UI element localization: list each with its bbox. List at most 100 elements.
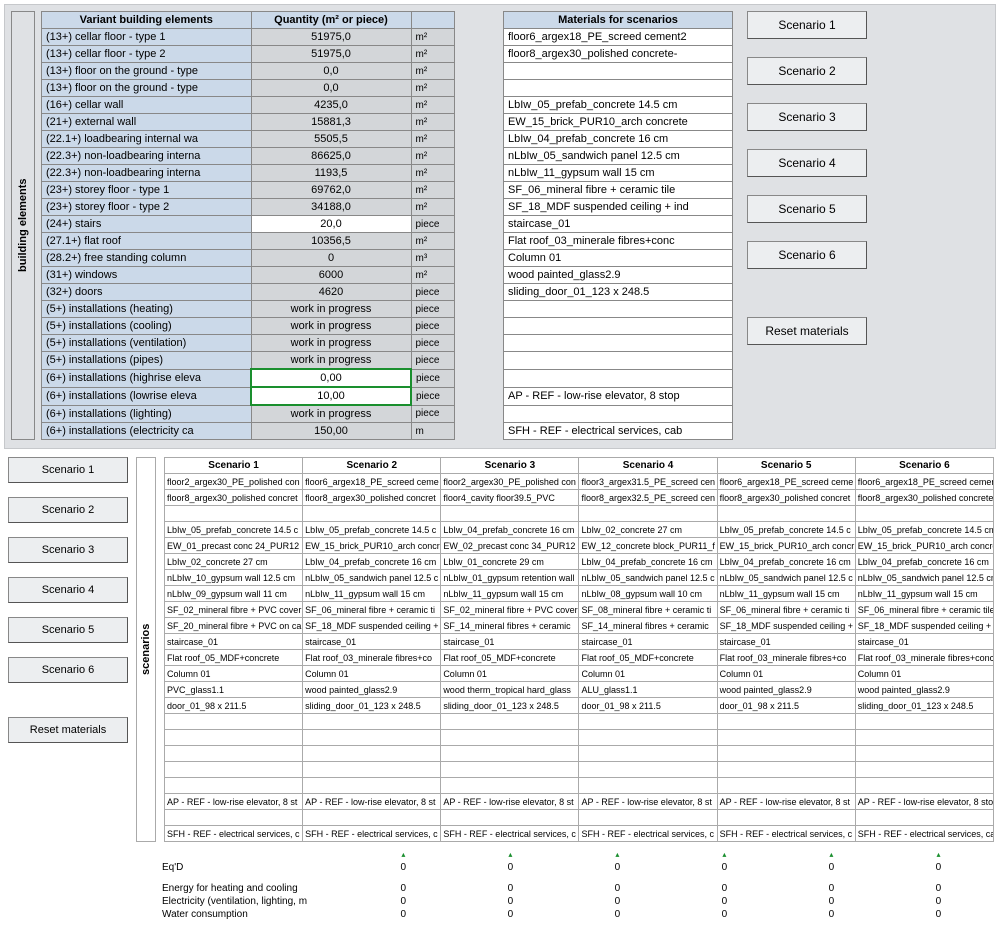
scenario-cell[interactable]: SF_08_mineral fibre + ceramic ti <box>579 602 717 618</box>
scenario-cell[interactable]: sliding_door_01_123 x 248.5 <box>441 698 579 714</box>
scenario-cell[interactable]: LbIw_04_prefab_concrete 16 cm <box>855 554 993 570</box>
scenario-1-button[interactable]: Scenario 1 <box>8 457 128 483</box>
scenario-cell[interactable]: nLbIw_05_sandwich panel 12.5 c <box>717 570 855 586</box>
scenario-cell[interactable]: sliding_door_01_123 x 248.5 <box>303 698 441 714</box>
scenario-cell[interactable] <box>717 810 855 826</box>
scenario-cell[interactable]: Column 01 <box>579 666 717 682</box>
material-cell[interactable] <box>504 335 733 352</box>
scenario-cell[interactable]: EW_02_precast conc 34_PUR12 <box>441 538 579 554</box>
scenario-cell[interactable]: staircase_01 <box>579 634 717 650</box>
scenario-cell[interactable]: nLbIw_11_gypsum wall 15 cm <box>717 586 855 602</box>
quantity-cell[interactable]: 0,0 <box>251 80 411 97</box>
scenario-cell[interactable]: LbIw_05_prefab_concrete 14.5 c <box>165 522 303 538</box>
scenario-cell[interactable] <box>855 746 993 762</box>
scenario-cell[interactable]: door_01_98 x 211.5 <box>165 698 303 714</box>
material-cell[interactable]: LbIw_05_prefab_concrete 14.5 cm <box>504 97 733 114</box>
scenario-cell[interactable]: SF_06_mineral fibre + ceramic ti <box>717 602 855 618</box>
scenario-cell[interactable] <box>165 762 303 778</box>
material-cell[interactable]: SF_18_MDF suspended ceiling + ind <box>504 199 733 216</box>
scenario-cell[interactable]: SF_14_mineral fibres + ceramic <box>441 618 579 634</box>
scenario-cell[interactable] <box>717 506 855 522</box>
material-cell[interactable]: EW_15_brick_PUR10_arch concrete <box>504 114 733 131</box>
quantity-cell[interactable]: 0,00 <box>251 369 411 387</box>
scenario-cell[interactable] <box>579 714 717 730</box>
quantity-cell[interactable]: 1193,5 <box>251 165 411 182</box>
element-name[interactable]: (6+) installations (lowrise eleva <box>42 387 252 405</box>
scenario-cell[interactable]: SF_02_mineral fibre + PVC cover <box>165 602 303 618</box>
scenario-cell[interactable]: SFH - REF - electrical services, c <box>441 826 579 842</box>
scenario-cell[interactable]: door_01_98 x 211.5 <box>717 698 855 714</box>
quantity-cell[interactable]: 150,00 <box>251 423 411 440</box>
scenario-cell[interactable] <box>579 762 717 778</box>
scenario-cell[interactable]: Flat roof_05_MDF+concrete <box>165 650 303 666</box>
scenario-cell[interactable]: nLbIw_10_gypsum wall 12.5 cm <box>165 570 303 586</box>
scenario-cell[interactable]: floor8_argex30_polished concret <box>717 490 855 506</box>
scenario-cell[interactable]: LbIw_04_prefab_concrete 16 cm <box>579 554 717 570</box>
element-name[interactable]: (24+) stairs <box>42 216 252 233</box>
scenario-cell[interactable]: AP - REF - low-rise elevator, 8 st <box>717 794 855 810</box>
scenario-cell[interactable] <box>441 778 579 794</box>
scenario-cell[interactable]: Column 01 <box>717 666 855 682</box>
quantity-cell[interactable]: 10356,5 <box>251 233 411 250</box>
scenario-cell[interactable]: floor8_argex30_polished concret <box>165 490 303 506</box>
scenario-cell[interactable]: nLbIw_11_gypsum wall 15 cm <box>303 586 441 602</box>
element-name[interactable]: (23+) storey floor - type 2 <box>42 199 252 216</box>
material-cell[interactable] <box>504 405 733 423</box>
scenario-cell[interactable]: floor2_argex30_PE_polished con <box>165 474 303 490</box>
scenario-cell[interactable]: SFH - REF - electrical services, c <box>165 826 303 842</box>
material-cell[interactable]: floor6_argex18_PE_screed cement2 <box>504 29 733 46</box>
element-name[interactable]: (13+) floor on the ground - type <box>42 63 252 80</box>
element-name[interactable]: (5+) installations (heating) <box>42 301 252 318</box>
reset-materials-button[interactable]: Reset materials <box>747 317 867 345</box>
scenario-cell[interactable] <box>441 810 579 826</box>
quantity-cell[interactable]: 51975,0 <box>251 29 411 46</box>
element-name[interactable]: (22.3+) non-loadbearing interna <box>42 165 252 182</box>
scenario-cell[interactable]: AP - REF - low-rise elevator, 8 st <box>165 794 303 810</box>
scenario-cell[interactable]: Flat roof_05_MDF+concrete <box>579 650 717 666</box>
scenario-cell[interactable]: AP - REF - low-rise elevator, 8 stop <box>855 794 993 810</box>
quantity-cell[interactable]: 69762,0 <box>251 182 411 199</box>
scenario-5-button[interactable]: Scenario 5 <box>8 617 128 643</box>
scenario-cell[interactable]: door_01_98 x 211.5 <box>579 698 717 714</box>
quantity-cell[interactable]: 86625,0 <box>251 148 411 165</box>
scenario-cell[interactable] <box>717 778 855 794</box>
material-cell[interactable]: LbIw_04_prefab_concrete 16 cm <box>504 131 733 148</box>
quantity-cell[interactable]: 15881,3 <box>251 114 411 131</box>
scenario-cell[interactable] <box>165 714 303 730</box>
scenario-cell[interactable]: SF_18_MDF suspended ceiling + ind <box>855 618 993 634</box>
scenario-cell[interactable]: nLbIw_11_gypsum wall 15 cm <box>441 586 579 602</box>
scenario-cell[interactable]: EW_15_brick_PUR10_arch concr <box>717 538 855 554</box>
scenario-cell[interactable] <box>165 506 303 522</box>
scenario-cell[interactable] <box>165 746 303 762</box>
scenario-cell[interactable]: nLbIw_08_gypsum wall 10 cm <box>579 586 717 602</box>
scenario-cell[interactable]: SFH - REF - electrical services, c <box>579 826 717 842</box>
scenario-cell[interactable] <box>303 810 441 826</box>
scenario-cell[interactable]: LbIw_02_concrete 27 cm <box>165 554 303 570</box>
scenario-cell[interactable]: wood painted_glass2.9 <box>855 682 993 698</box>
scenario-cell[interactable] <box>855 506 993 522</box>
scenario-cell[interactable]: LbIw_05_prefab_concrete 14.5 cm <box>855 522 993 538</box>
quantity-cell[interactable]: 34188,0 <box>251 199 411 216</box>
scenario-cell[interactable]: Flat roof_05_MDF+concrete <box>441 650 579 666</box>
material-cell[interactable] <box>504 352 733 370</box>
scenario-cell[interactable]: EW_01_precast conc 24_PUR12 <box>165 538 303 554</box>
scenario-cell[interactable]: sliding_door_01_123 x 248.5 <box>855 698 993 714</box>
element-name[interactable]: (13+) cellar floor - type 1 <box>42 29 252 46</box>
material-cell[interactable] <box>504 63 733 80</box>
scenario-cell[interactable] <box>855 714 993 730</box>
scenario-4-button[interactable]: Scenario 4 <box>747 149 867 177</box>
scenario-cell[interactable] <box>579 730 717 746</box>
scenario-cell[interactable]: ALU_glass1.1 <box>579 682 717 698</box>
quantity-cell[interactable]: 5505,5 <box>251 131 411 148</box>
scenario-cell[interactable]: PVC_glass1.1 <box>165 682 303 698</box>
scenario-cell[interactable]: floor8_argex30_polished concrete- <box>855 490 993 506</box>
scenario-cell[interactable]: floor4_cavity floor39.5_PVC <box>441 490 579 506</box>
scenario-cell[interactable]: nLbIw_05_sandwich panel 12.5 c <box>579 570 717 586</box>
scenario-cell[interactable] <box>441 730 579 746</box>
scenario-cell[interactable]: LbIw_05_prefab_concrete 14.5 c <box>303 522 441 538</box>
element-name[interactable]: (23+) storey floor - type 1 <box>42 182 252 199</box>
element-name[interactable]: (22.1+) loadbearing internal wa <box>42 131 252 148</box>
scenario-cell[interactable]: floor6_argex18_PE_screed ceme <box>303 474 441 490</box>
material-cell[interactable]: staircase_01 <box>504 216 733 233</box>
scenario-2-button[interactable]: Scenario 2 <box>8 497 128 523</box>
